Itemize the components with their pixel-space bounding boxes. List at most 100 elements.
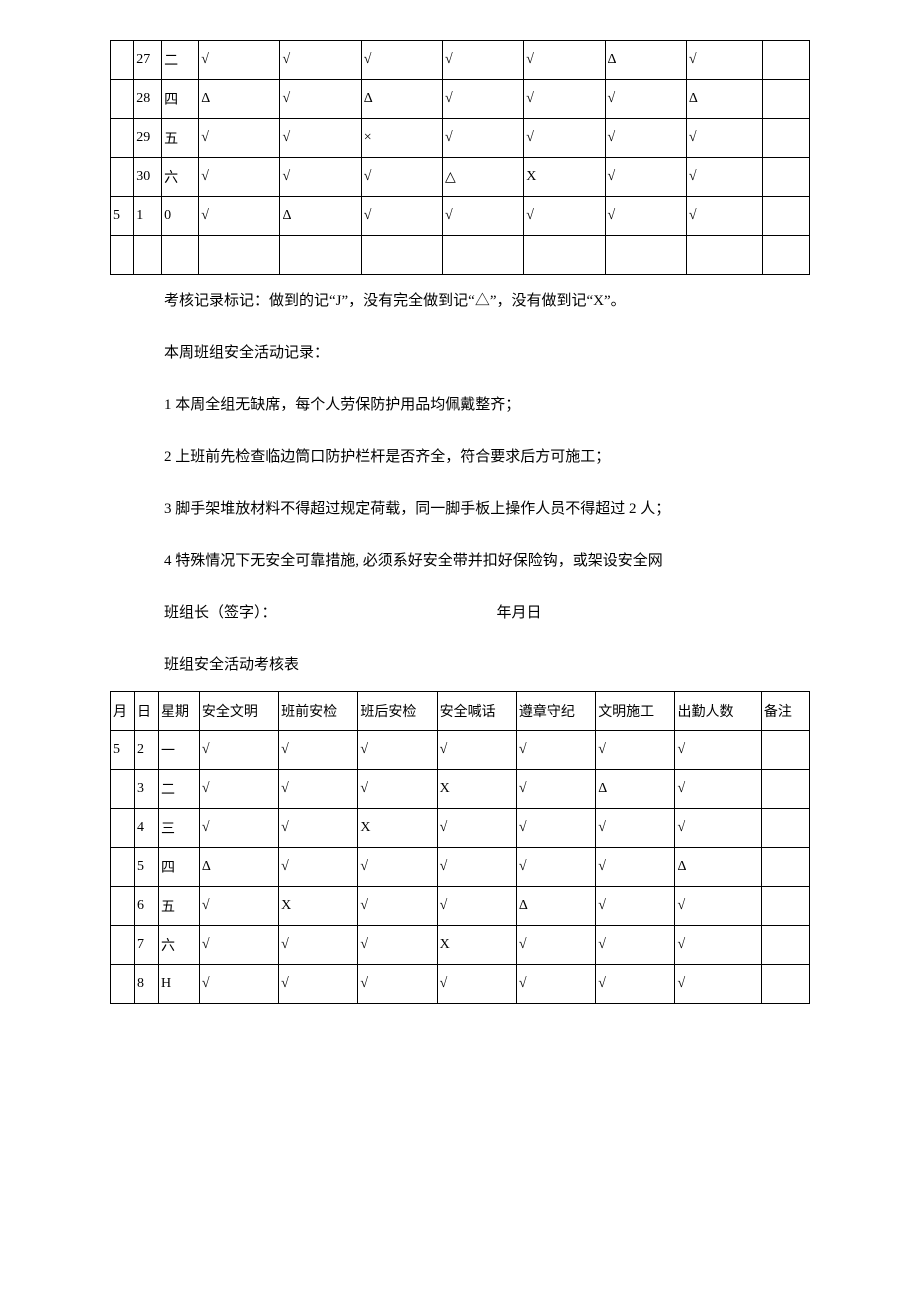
- table-cell: √: [443, 119, 524, 158]
- table-cell: √: [596, 809, 675, 848]
- table-row: 29五√√×√√√√: [111, 119, 810, 158]
- table-cell: √: [361, 197, 442, 236]
- table-cell: √: [516, 965, 595, 1004]
- table-cell: √: [524, 197, 605, 236]
- table-cell: [162, 236, 199, 275]
- table-cell: √: [675, 770, 761, 809]
- table-cell: 5: [111, 731, 135, 770]
- table-cell: √: [437, 731, 516, 770]
- table-cell: 2: [135, 731, 159, 770]
- table-cell: Δ: [675, 848, 761, 887]
- table-cell: √: [686, 158, 763, 197]
- table-cell: [199, 236, 280, 275]
- table-cell: 27: [134, 41, 162, 80]
- table-cell: √: [199, 119, 280, 158]
- table-row: [111, 236, 810, 275]
- table-cell: √: [686, 41, 763, 80]
- table-cell: 7: [135, 926, 159, 965]
- table-row: 7六√√√X√√√: [111, 926, 810, 965]
- table-row: 5四Δ√√√√√Δ: [111, 848, 810, 887]
- record-item-2: 2 上班前先检查临边筒口防护栏杆是否齐全，符合要求后方可施工；: [110, 431, 810, 483]
- table-row: 30六√√√△X√√: [111, 158, 810, 197]
- table-cell: √: [280, 41, 361, 80]
- table-cell: √: [199, 770, 278, 809]
- table-cell: 三: [159, 809, 200, 848]
- table-cell: √: [596, 887, 675, 926]
- table-cell: √: [279, 809, 358, 848]
- table-cell: √: [686, 119, 763, 158]
- table-cell: √: [675, 965, 761, 1004]
- table-cell: Δ: [199, 848, 278, 887]
- table-cell: 0: [162, 197, 199, 236]
- table-cell: √: [516, 848, 595, 887]
- table-cell: Δ: [605, 41, 686, 80]
- table-cell: √: [358, 887, 437, 926]
- table-cell: [111, 887, 135, 926]
- table-cell: √: [596, 848, 675, 887]
- table-cell: [111, 236, 134, 275]
- table-cell: √: [358, 965, 437, 1004]
- table-cell: √: [524, 119, 605, 158]
- table-cell: √: [280, 119, 361, 158]
- table-cell: Δ: [361, 80, 442, 119]
- table-cell: √: [516, 731, 595, 770]
- table-cell: √: [516, 809, 595, 848]
- table-cell: 六: [162, 158, 199, 197]
- table-cell: [111, 926, 135, 965]
- table-cell: [761, 926, 809, 965]
- record-item-4: 4 特殊情况下无安全可靠措施, 必须系好安全带并扣好保险钩，或架设安全网: [110, 535, 810, 587]
- table-cell: √: [361, 41, 442, 80]
- table-cell: △: [443, 158, 524, 197]
- table-cell: 四: [162, 80, 199, 119]
- table-cell: 6: [135, 887, 159, 926]
- table-cell: √: [437, 965, 516, 1004]
- table-cell: √: [361, 158, 442, 197]
- table-cell: √: [199, 731, 278, 770]
- table-row: 3二√√√X√Δ√: [111, 770, 810, 809]
- table-cell: 3: [135, 770, 159, 809]
- table-cell: Δ: [199, 80, 280, 119]
- table-cell: [761, 731, 809, 770]
- table-cell: 1: [134, 197, 162, 236]
- table-cell: [361, 236, 442, 275]
- table-cell: [111, 809, 135, 848]
- table-cell: √: [686, 197, 763, 236]
- table-cell: [763, 158, 810, 197]
- column-header: 安全文明: [199, 692, 278, 731]
- signature-label: 班组长（签字）：: [164, 605, 277, 621]
- table-cell: Δ: [516, 887, 595, 926]
- table-cell: [111, 119, 134, 158]
- table-cell: [763, 41, 810, 80]
- column-header: 安全喊话: [437, 692, 516, 731]
- table-cell: √: [443, 197, 524, 236]
- table-cell: 28: [134, 80, 162, 119]
- table-cell: X: [524, 158, 605, 197]
- table-cell: √: [443, 80, 524, 119]
- table-cell: √: [199, 158, 280, 197]
- table-cell: [111, 41, 134, 80]
- table-cell: [111, 770, 135, 809]
- table-cell: 五: [162, 119, 199, 158]
- table-cell: [686, 236, 763, 275]
- table-cell: 二: [159, 770, 200, 809]
- table-cell: X: [437, 770, 516, 809]
- table-cell: [443, 236, 524, 275]
- column-header: 班后安检: [358, 692, 437, 731]
- table-cell: X: [358, 809, 437, 848]
- table-cell: 5: [135, 848, 159, 887]
- table-cell: √: [524, 41, 605, 80]
- table-cell: X: [279, 887, 358, 926]
- table-cell: √: [280, 158, 361, 197]
- table-cell: [761, 809, 809, 848]
- table-cell: √: [358, 848, 437, 887]
- table-row: 28四Δ√Δ√√√Δ: [111, 80, 810, 119]
- table-cell: 四: [159, 848, 200, 887]
- table-cell: Δ: [686, 80, 763, 119]
- table-cell: 4: [135, 809, 159, 848]
- table-cell: √: [437, 809, 516, 848]
- assessment-table-1: 27二√√√√√Δ√28四Δ√Δ√√√Δ29五√√×√√√√30六√√√△X√√…: [110, 40, 810, 275]
- table-row: 4三√√X√√√√: [111, 809, 810, 848]
- table-cell: [761, 965, 809, 1004]
- table-cell: 五: [159, 887, 200, 926]
- column-header: 班前安检: [279, 692, 358, 731]
